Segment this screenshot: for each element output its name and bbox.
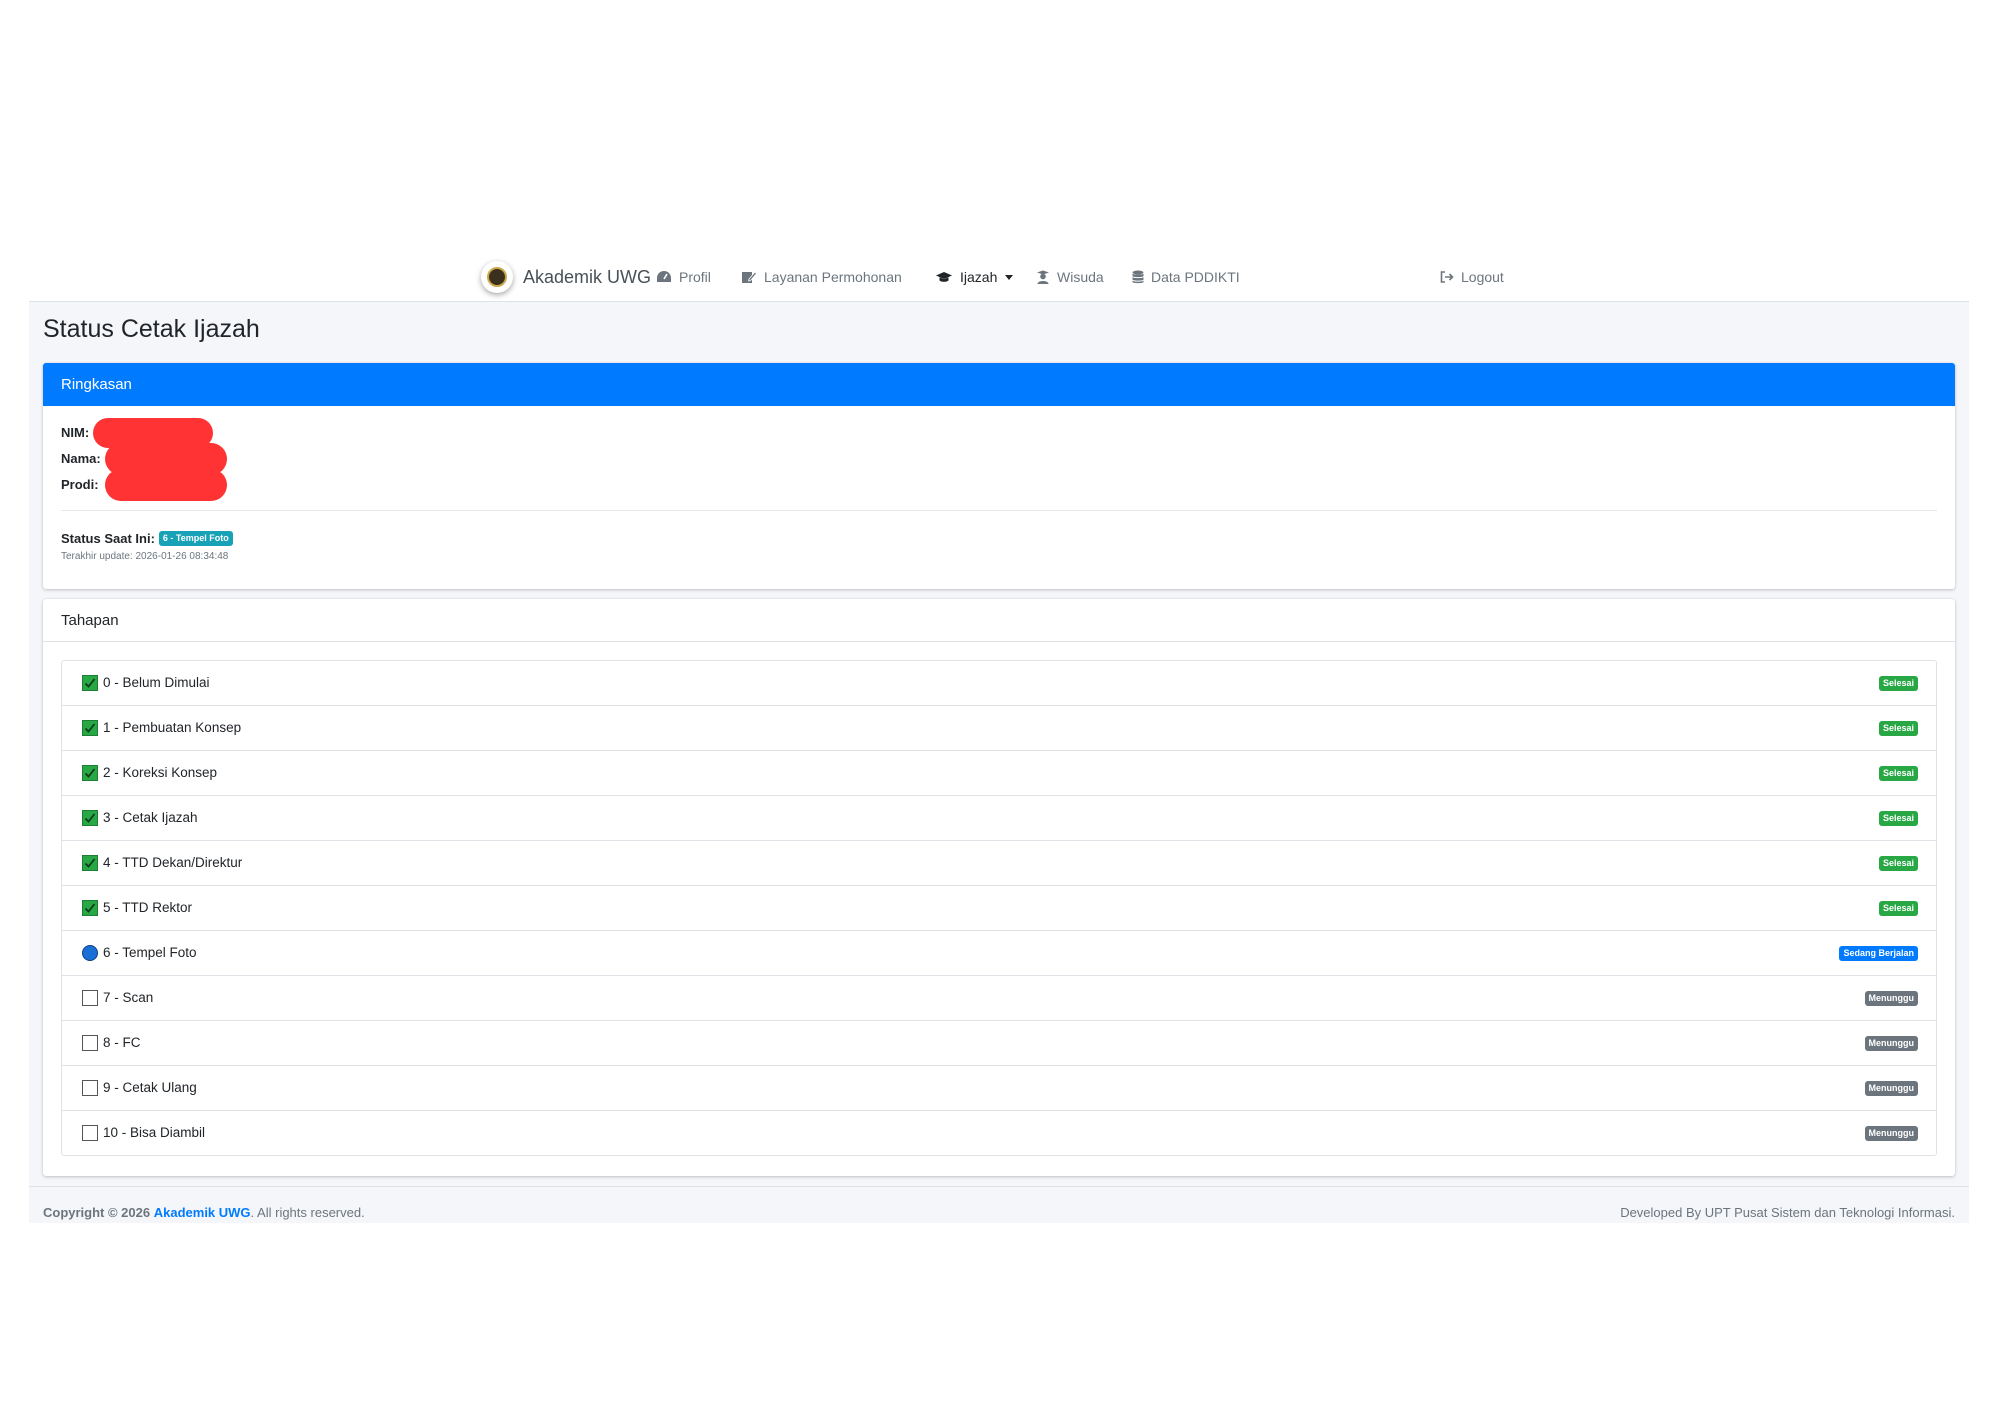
stage-row: 9 - Cetak Ulang Menunggu xyxy=(62,1066,1936,1111)
nim-label: NIM: xyxy=(61,425,90,440)
chevron-down-icon xyxy=(1005,274,1014,280)
stages-card: Tahapan 0 - Belum Dimulai Selesai 1 - Pemb… xyxy=(43,599,1955,1176)
nav-wisuda[interactable]: Wisuda xyxy=(1036,267,1104,287)
graduate-user-icon xyxy=(1037,270,1049,284)
stages-card-header: Tahapan xyxy=(43,599,1955,642)
stage-status-badge: Selesai xyxy=(1878,856,1918,871)
copyright-suffix: . All rights reserved. xyxy=(250,1205,365,1220)
nav-profil[interactable]: Profil xyxy=(656,267,711,287)
stage-status-badge: Selesai xyxy=(1878,811,1918,826)
graduation-cap-icon xyxy=(936,272,952,282)
stage-label: 7 - Scan xyxy=(103,990,154,1005)
stage-status-badge: Selesai xyxy=(1878,766,1918,781)
stage-status-badge: Menunggu xyxy=(1864,991,1918,1006)
stage-label: 10 - Bisa Diambil xyxy=(103,1125,206,1140)
nav-wisuda-label: Wisuda xyxy=(1057,269,1104,285)
edit-document-icon xyxy=(742,271,757,283)
check-mark-icon xyxy=(84,768,96,778)
checkbox-checked-icon xyxy=(82,765,98,781)
checkbox-checked-icon xyxy=(82,720,98,736)
nav-ijazah-label: Ijazah xyxy=(960,269,998,285)
stage-row: 3 - Cetak Ijazah Selesai xyxy=(62,796,1936,841)
last-update-text: Terakhir update: 2026-01-26 08:34:48 xyxy=(61,551,229,562)
top-navbar: Akademik UWG Profil Layanan Permohonan I… xyxy=(29,253,1969,302)
sign-out-icon xyxy=(1440,271,1454,283)
check-mark-icon xyxy=(84,858,96,868)
summary-card-header: Ringkasan xyxy=(43,363,1955,406)
stage-label: 9 - Cetak Ulang xyxy=(103,1080,197,1095)
stage-label: 3 - Cetak Ijazah xyxy=(103,810,198,825)
stage-status-badge: Selesai xyxy=(1878,676,1918,691)
check-mark-icon xyxy=(84,678,96,688)
checkbox-empty-icon xyxy=(82,1035,98,1051)
stage-row: 8 - FC Menunggu xyxy=(62,1021,1936,1066)
nav-pddikti-label: Data PDDIKTI xyxy=(1151,269,1240,285)
checkbox-checked-icon xyxy=(82,900,98,916)
footer-brand-link[interactable]: Akademik UWG xyxy=(154,1205,251,1220)
stage-label: 0 - Belum Dimulai xyxy=(103,675,210,690)
brand-name: Akademik UWG xyxy=(523,266,652,287)
nav-ijazah-dropdown[interactable]: Ijazah xyxy=(935,267,1014,287)
footer-developer: Developed By UPT Pusat Sistem dan Teknol… xyxy=(1620,1205,1955,1220)
footer-divider xyxy=(29,1186,1969,1187)
status-label: Status Saat Ini: xyxy=(61,531,155,546)
footer-copyright: Copyright © 2026 Akademik UWG. All right… xyxy=(43,1205,365,1220)
prodi-label: Prodi: xyxy=(61,477,99,492)
checkbox-empty-icon xyxy=(82,1125,98,1141)
current-status: Status Saat Ini: 6 - Tempel Foto xyxy=(61,531,233,546)
dashboard-gauge-icon xyxy=(657,271,671,282)
check-mark-icon xyxy=(84,903,96,913)
stage-label: 8 - FC xyxy=(103,1035,141,1050)
copyright-prefix: Copyright © 2026 xyxy=(43,1205,151,1220)
summary-divider xyxy=(61,510,1937,511)
stages-list: 0 - Belum Dimulai Selesai 1 - Pembuatan Ko… xyxy=(61,660,1937,1156)
university-logo-icon xyxy=(481,261,513,293)
checkbox-checked-icon xyxy=(82,855,98,871)
stage-label: 6 - Tempel Foto xyxy=(103,945,197,960)
stage-row: 2 - Koreksi Konsep Selesai xyxy=(62,751,1936,796)
check-mark-icon xyxy=(84,813,96,823)
stage-row: 10 - Bisa Diambil Menunggu xyxy=(62,1111,1936,1155)
nav-layanan-label: Layanan Permohonan xyxy=(764,269,902,285)
stage-row: 5 - TTD Rektor Selesai xyxy=(62,886,1936,931)
stage-label: 4 - TTD Dekan/Direktur xyxy=(103,855,243,870)
stage-row: 0 - Belum Dimulai Selesai xyxy=(62,661,1936,706)
stage-status-badge: Menunggu xyxy=(1864,1081,1918,1096)
current-status-badge: 6 - Tempel Foto xyxy=(158,531,233,546)
nama-label: Nama: xyxy=(61,451,101,466)
checkbox-empty-icon xyxy=(82,1080,98,1096)
summary-header-label: Ringkasan xyxy=(61,376,132,393)
brand-link[interactable]: Akademik UWG xyxy=(481,257,651,297)
stage-status-badge: Sedang Berjalan xyxy=(1839,946,1918,961)
app-frame: Akademik UWG Profil Layanan Permohonan I… xyxy=(29,253,1969,1223)
nav-logout-label: Logout xyxy=(1461,269,1504,285)
stage-label: 5 - TTD Rektor xyxy=(103,900,193,915)
stages-header-label: Tahapan xyxy=(61,611,119,629)
summary-card: Ringkasan NIM: Nama: Prodi: Status Saat … xyxy=(43,363,1955,589)
database-icon xyxy=(1132,270,1144,284)
stage-label: 1 - Pembuatan Konsep xyxy=(103,720,242,735)
stage-status-badge: Menunggu xyxy=(1864,1126,1918,1141)
nav-layanan-permohonan[interactable]: Layanan Permohonan xyxy=(741,267,902,287)
checkbox-checked-icon xyxy=(82,810,98,826)
stage-status-badge: Selesai xyxy=(1878,901,1918,916)
redacted-prodi xyxy=(105,469,227,501)
stage-label: 2 - Koreksi Konsep xyxy=(103,765,218,780)
page-title: Status Cetak Ijazah xyxy=(43,315,260,343)
nav-logout[interactable]: Logout xyxy=(1440,267,1504,287)
nav-profil-label: Profil xyxy=(679,269,711,285)
check-mark-icon xyxy=(84,723,96,733)
stage-row: 6 - Tempel Foto Sedang Berjalan xyxy=(62,931,1936,976)
checkbox-empty-icon xyxy=(82,990,98,1006)
stage-row: 4 - TTD Dekan/Direktur Selesai xyxy=(62,841,1936,886)
nav-data-pddikti[interactable]: Data PDDIKTI xyxy=(1132,267,1240,287)
stage-row: 1 - Pembuatan Konsep Selesai xyxy=(62,706,1936,751)
stage-status-badge: Selesai xyxy=(1878,721,1918,736)
stage-status-badge: Menunggu xyxy=(1864,1036,1918,1051)
stage-row: 7 - Scan Menunggu xyxy=(62,976,1936,1021)
checkbox-checked-icon xyxy=(82,675,98,691)
in-progress-dot-icon xyxy=(82,945,98,961)
